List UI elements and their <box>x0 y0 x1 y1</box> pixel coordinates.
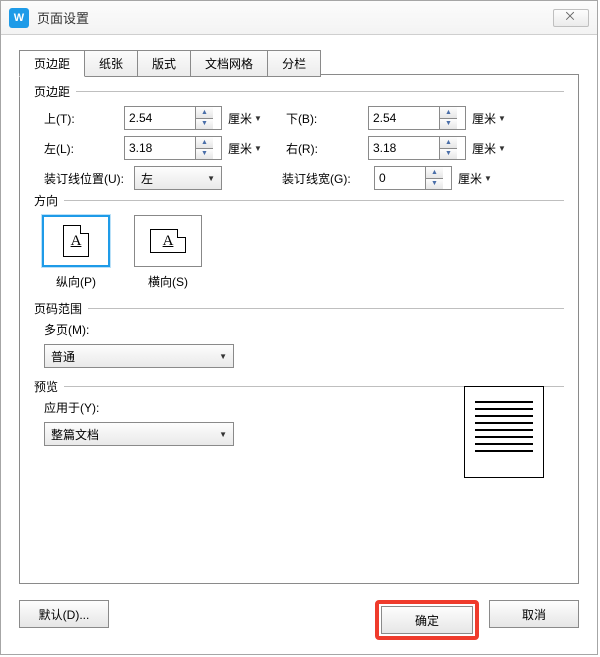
chevron-down-icon: ▼ <box>207 174 215 183</box>
label-right: 右(R): <box>280 140 368 157</box>
input-gutter-width[interactable] <box>375 167 425 189</box>
spin-up-icon[interactable]: ▲ <box>196 107 213 118</box>
spin-up-icon[interactable]: ▲ <box>426 167 443 178</box>
spin-down-icon[interactable]: ▼ <box>440 148 457 160</box>
tab-margins[interactable]: 页边距 <box>19 50 85 77</box>
select-multi-value: 普通 <box>51 348 75 365</box>
label-gutter-width: 装订线宽(G): <box>282 170 374 187</box>
input-top[interactable] <box>125 107 195 129</box>
titlebar: W 页面设置 ⨉ <box>1 1 597 35</box>
select-apply[interactable]: 整篇文档 ▼ <box>44 422 234 446</box>
spin-down-icon[interactable]: ▼ <box>426 178 443 190</box>
footer: 默认(D)... 确定 取消 <box>19 600 579 640</box>
group-preview-legend: 预览 <box>34 378 64 395</box>
spinner-left[interactable]: ▲▼ <box>124 136 222 160</box>
margins-panel: 页边距 上(T): ▲▼ 厘米▼ 下(B): ▲▼ <box>20 75 578 504</box>
tab-paper[interactable]: 纸张 <box>84 50 138 77</box>
unit-left[interactable]: 厘米▼ <box>228 140 262 157</box>
group-preview: 预览 应用于(Y): 整篇文档 ▼ <box>34 386 564 486</box>
tab-layout[interactable]: 版式 <box>137 50 191 77</box>
cancel-button[interactable]: 取消 <box>489 600 579 628</box>
select-multi[interactable]: 普通 ▼ <box>44 344 234 368</box>
spin-up-icon[interactable]: ▲ <box>196 137 213 148</box>
spin-down-icon[interactable]: ▼ <box>196 118 213 130</box>
label-gutter-pos: 装订线位置(U): <box>34 170 134 187</box>
chevron-down-icon: ▼ <box>219 430 227 439</box>
input-right[interactable] <box>369 137 439 159</box>
ok-button[interactable]: 确定 <box>381 606 473 634</box>
input-bottom[interactable] <box>369 107 439 129</box>
spin-down-icon[interactable]: ▼ <box>440 118 457 130</box>
group-orientation-legend: 方向 <box>34 192 64 209</box>
close-button[interactable]: ⨉ <box>553 9 589 27</box>
spinner-top[interactable]: ▲▼ <box>124 106 222 130</box>
label-multi: 多页(M): <box>34 321 564 338</box>
group-pages: 页码范围 多页(M): 普通 ▼ <box>34 308 564 372</box>
group-orientation: 方向 A 纵向(P) A 横向(S) <box>34 200 564 290</box>
label-left: 左(L): <box>34 140 124 157</box>
page-portrait-icon: A <box>63 225 89 257</box>
spin-down-icon[interactable]: ▼ <box>196 148 213 160</box>
tab-panel: 页边距 纸张 版式 文档网格 分栏 页边距 上(T): ▲▼ 厘米 <box>19 74 579 584</box>
orientation-landscape[interactable]: A <box>134 215 202 267</box>
window-title: 页面设置 <box>37 8 89 27</box>
default-button[interactable]: 默认(D)... <box>19 600 109 628</box>
spin-up-icon[interactable]: ▲ <box>440 137 457 148</box>
orientation-portrait[interactable]: A <box>42 215 110 267</box>
label-bottom: 下(B): <box>280 110 368 127</box>
select-apply-value: 整篇文档 <box>51 426 99 443</box>
page-landscape-icon: A <box>150 229 186 253</box>
preview-icon <box>464 386 544 478</box>
unit-bottom[interactable]: 厘米▼ <box>472 110 506 127</box>
select-gutter-pos-value: 左 <box>141 170 153 187</box>
label-portrait: 纵向(P) <box>42 273 110 290</box>
spin-up-icon[interactable]: ▲ <box>440 107 457 118</box>
label-top: 上(T): <box>34 110 124 127</box>
client-area: 页边距 纸张 版式 文档网格 分栏 页边距 上(T): ▲▼ 厘米 <box>1 36 597 654</box>
unit-top[interactable]: 厘米▼ <box>228 110 262 127</box>
app-icon: W <box>9 8 29 28</box>
spinner-gutter-width[interactable]: ▲▼ <box>374 166 452 190</box>
tab-columns[interactable]: 分栏 <box>267 50 321 77</box>
group-margins: 页边距 上(T): ▲▼ 厘米▼ 下(B): ▲▼ <box>34 91 564 190</box>
chevron-down-icon: ▼ <box>219 352 227 361</box>
tab-grid[interactable]: 文档网格 <box>190 50 268 77</box>
group-margins-legend: 页边距 <box>34 83 76 100</box>
spinner-right[interactable]: ▲▼ <box>368 136 466 160</box>
unit-gutter[interactable]: 厘米▼ <box>458 170 492 187</box>
ok-highlight: 确定 <box>375 600 479 640</box>
select-gutter-pos[interactable]: 左 ▼ <box>134 166 222 190</box>
label-landscape: 横向(S) <box>134 273 202 290</box>
unit-right[interactable]: 厘米▼ <box>472 140 506 157</box>
input-left[interactable] <box>125 137 195 159</box>
tabstrip: 页边距 纸张 版式 文档网格 分栏 <box>19 50 320 77</box>
spinner-bottom[interactable]: ▲▼ <box>368 106 466 130</box>
dialog-window: W 页面设置 ⨉ 页边距 纸张 版式 文档网格 分栏 页边距 上(T): <box>0 0 598 655</box>
group-pages-legend: 页码范围 <box>34 300 88 317</box>
